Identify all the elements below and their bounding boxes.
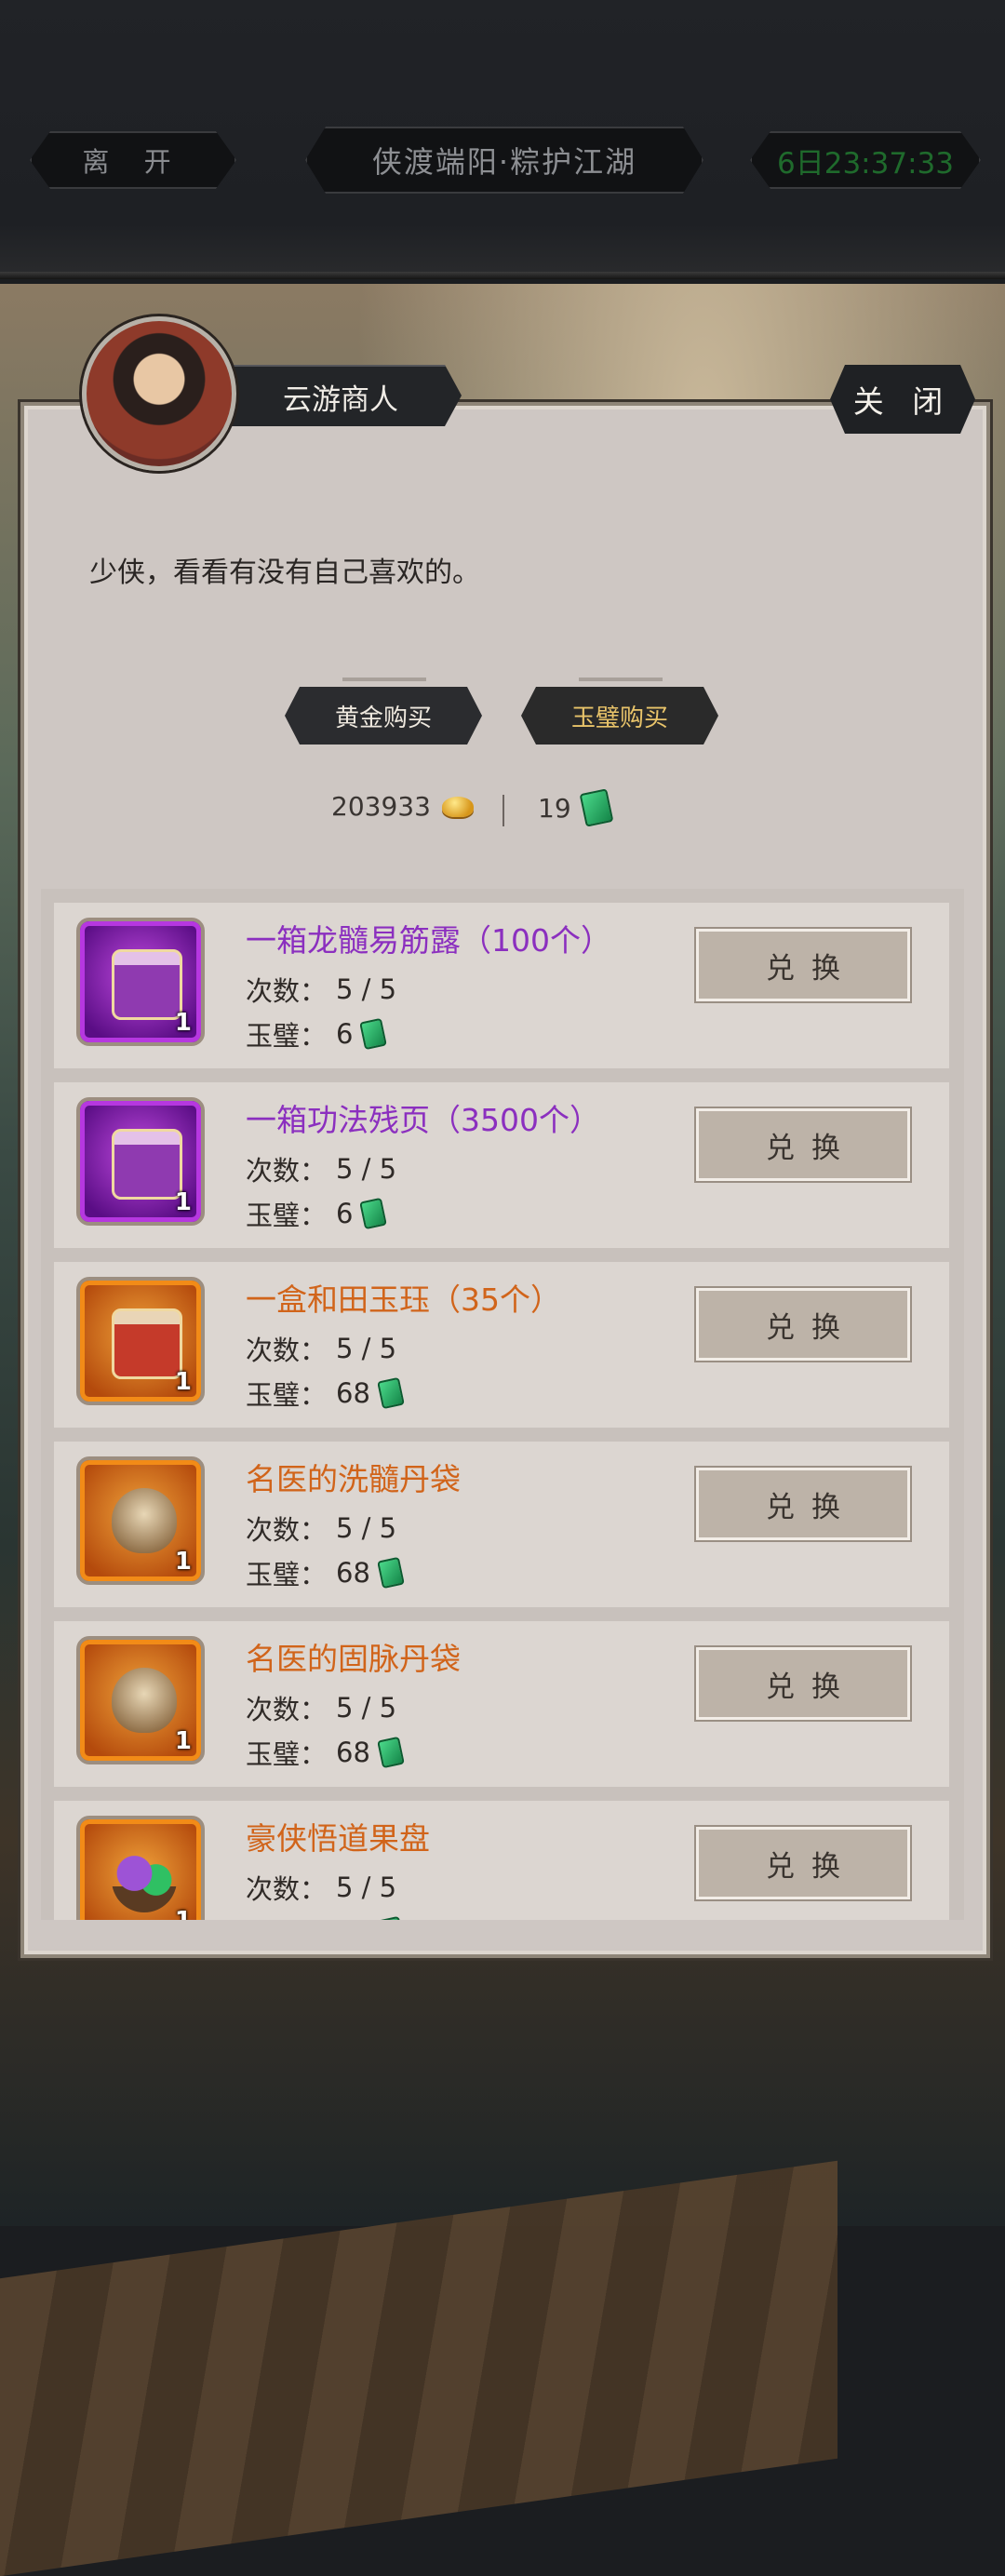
- gold-amount: 203933: [331, 791, 431, 822]
- item-quantity: 1: [174, 1368, 192, 1396]
- count-value: 5 / 5: [336, 1872, 397, 1903]
- item-count: 次数： 5 / 5: [246, 1868, 396, 1907]
- count-label: 次数：: [246, 1155, 328, 1187]
- count-value: 5 / 5: [336, 1333, 397, 1364]
- item-price: 玉璧： 6: [246, 1014, 388, 1053]
- event-title: 侠渡端阳·粽护江湖: [305, 127, 704, 194]
- price-value: 68: [336, 1737, 370, 1768]
- item-price: 玉璧： 68: [246, 1553, 405, 1592]
- item-icon-frame[interactable]: 1: [76, 1816, 205, 1920]
- exchange-button[interactable]: 兑换: [694, 1107, 912, 1183]
- event-timer: 6日23:37:33: [750, 131, 981, 189]
- price-value: 6: [336, 1198, 354, 1229]
- item-count: 次数： 5 / 5: [246, 1329, 396, 1368]
- medicine-bag-icon: [112, 1488, 177, 1553]
- jade-icon: [377, 1736, 405, 1769]
- count-value: 5 / 5: [336, 1512, 397, 1544]
- jade-icon: [377, 1556, 405, 1590]
- count-label: 次数：: [246, 975, 328, 1007]
- pier-image: [0, 2160, 838, 2576]
- item-icon-frame[interactable]: 1: [76, 1456, 205, 1585]
- list-item: 1 名医的洗髓丹袋 次数： 5 / 5 玉璧： 68 兑换: [54, 1442, 949, 1607]
- exchange-button[interactable]: 兑换: [694, 927, 912, 1003]
- price-value: 68: [336, 1557, 370, 1589]
- exchange-button[interactable]: 兑换: [694, 1286, 912, 1362]
- list-item: 1 一盒和田玉珏（35个） 次数： 5 / 5 玉璧： 68 兑换: [54, 1262, 949, 1428]
- item-count: 次数： 5 / 5: [246, 1149, 396, 1188]
- count-value: 5 / 5: [336, 1153, 397, 1185]
- item-name: 豪侠悟道果盘: [246, 1820, 430, 1857]
- item-price: 玉璧： 6: [246, 1194, 388, 1233]
- price-value: 68: [336, 1916, 370, 1920]
- item-name: 一盒和田玉珏（35个）: [246, 1281, 561, 1318]
- gold-balance: 203933: [331, 791, 474, 822]
- item-count: 次数： 5 / 5: [246, 1688, 396, 1727]
- item-count: 次数： 5 / 5: [246, 1509, 396, 1548]
- price-label: 玉璧：: [246, 1379, 328, 1411]
- jade-icon: [579, 788, 614, 827]
- tab-jade-purchase[interactable]: 玉璧购买: [521, 687, 718, 745]
- merchant-avatar: [82, 316, 236, 471]
- tab-ornament: [342, 678, 426, 681]
- chest-icon: [112, 949, 182, 1020]
- price-label: 玉璧：: [246, 1559, 328, 1590]
- item-name: 一箱功法残页（3500个）: [246, 1102, 600, 1138]
- merchant-name: 云游商人: [220, 365, 462, 426]
- jade-icon: [377, 1376, 405, 1410]
- jade-icon: [359, 1017, 388, 1051]
- medicine-bag-icon: [112, 1668, 177, 1733]
- item-name: 名医的洗髓丹袋: [246, 1461, 461, 1497]
- item-icon-frame[interactable]: 1: [76, 1277, 205, 1405]
- currency-divider: [502, 795, 504, 826]
- close-button[interactable]: 关 闭: [830, 365, 975, 434]
- item-icon-frame[interactable]: 1: [76, 1636, 205, 1764]
- merchant-greeting: 少侠，看看有没有自己喜欢的。: [89, 557, 480, 589]
- item-quantity: 1: [174, 1009, 192, 1037]
- chest-icon: [112, 1308, 182, 1379]
- item-quantity: 1: [174, 1188, 192, 1216]
- list-item: 1 一箱功法残页（3500个） 次数： 5 / 5 玉璧： 6 兑换: [54, 1082, 949, 1248]
- count-label: 次数：: [246, 1335, 328, 1366]
- top-bar: 离 开 侠渡端阳·粽护江湖 6日23:37:33: [0, 0, 1005, 279]
- fruit-plate-icon: [112, 1847, 177, 1912]
- item-icon-frame[interactable]: 1: [76, 918, 205, 1046]
- item-count: 次数： 5 / 5: [246, 970, 396, 1009]
- price-label: 玉璧：: [246, 1200, 328, 1231]
- item-price: 玉璧：68: [246, 1374, 405, 1413]
- jade-icon: [359, 1197, 388, 1230]
- price-label: 玉璧：: [246, 1738, 328, 1770]
- price-label: 玉璧：: [246, 1912, 327, 1920]
- exchange-button[interactable]: 兑换: [694, 1825, 912, 1901]
- count-label: 次数：: [246, 1873, 328, 1905]
- jade-icon: [377, 1915, 405, 1920]
- item-quantity: 1: [174, 1548, 192, 1576]
- price-value: 6: [336, 1018, 354, 1050]
- item-price: 玉璧： 68: [246, 1733, 405, 1772]
- list-item: 1 名医的固脉丹袋 次数： 5 / 5 玉璧： 68 兑换: [54, 1621, 949, 1787]
- count-value: 5 / 5: [336, 1692, 397, 1724]
- count-value: 5 / 5: [336, 973, 397, 1005]
- tab-ornament: [579, 678, 663, 681]
- jade-amount: 19: [538, 792, 571, 824]
- chest-icon: [112, 1129, 182, 1200]
- item-name: 名医的固脉丹袋: [246, 1641, 461, 1677]
- exchange-button[interactable]: 兑换: [694, 1645, 912, 1722]
- gold-ingot-icon: [441, 796, 474, 817]
- count-label: 次数：: [246, 1514, 328, 1546]
- jade-balance: 19: [538, 788, 614, 827]
- list-item: 1 豪侠悟道果盘 次数： 5 / 5 玉璧： 68 兑换: [54, 1801, 949, 1920]
- price-value: 68: [336, 1377, 370, 1409]
- list-item: 1 一箱龙髓易筋露（100个） 次数： 5 / 5 玉璧： 6 兑换: [54, 903, 949, 1068]
- item-name: 一箱龙髓易筋露（100个）: [246, 922, 611, 959]
- item-price: 玉璧： 68: [246, 1912, 405, 1920]
- item-icon-frame[interactable]: 1: [76, 1097, 205, 1226]
- leave-button[interactable]: 离 开: [30, 131, 236, 189]
- exchange-button[interactable]: 兑换: [694, 1466, 912, 1542]
- tab-gold-purchase[interactable]: 黄金购买: [285, 687, 482, 745]
- item-list[interactable]: 1 一箱龙髓易筋露（100个） 次数： 5 / 5 玉璧： 6 兑换 1 一箱功法残…: [41, 889, 964, 1920]
- count-label: 次数：: [246, 1694, 328, 1725]
- price-label: 玉璧：: [246, 1020, 328, 1052]
- item-quantity: 1: [174, 1727, 192, 1755]
- item-quantity: 1: [175, 1907, 192, 1920]
